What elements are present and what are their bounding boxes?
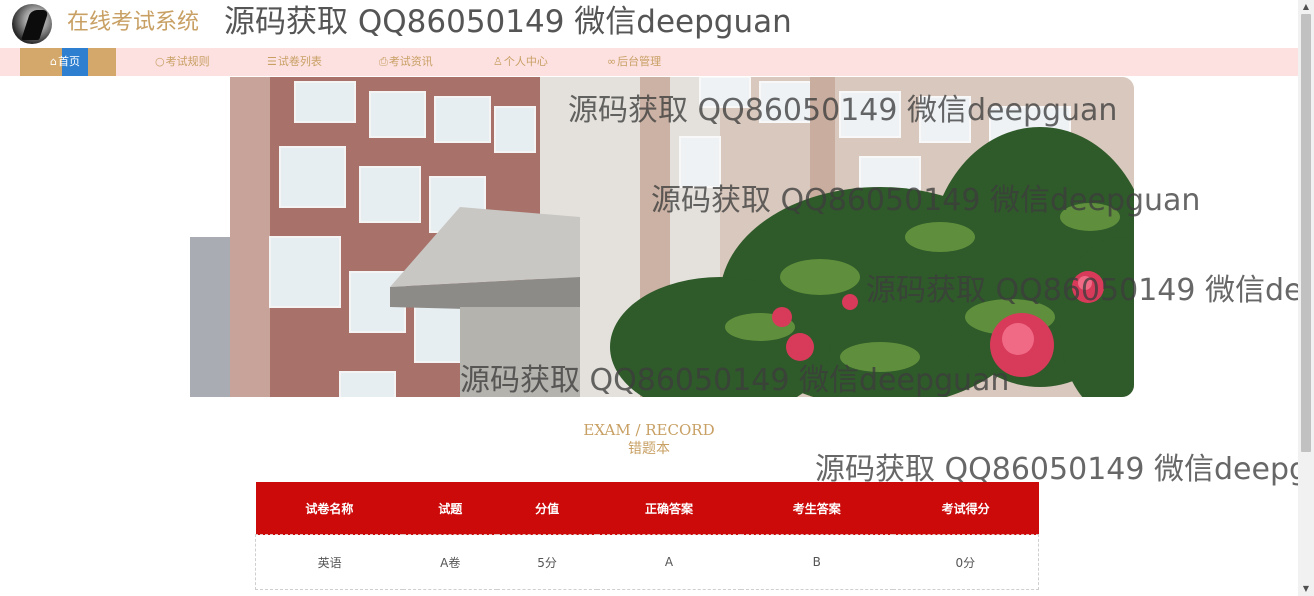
sliders-icon: ☰ (267, 55, 277, 68)
nav-item-home[interactable]: ⌂首页 (20, 48, 116, 76)
col-score-value: 分值 (497, 482, 598, 535)
scroll-down-icon[interactable]: ▼ (1298, 582, 1314, 596)
watermark: 源码获取 QQ86050149 微信deepguan (460, 363, 1010, 398)
link-icon: ∞ (607, 55, 617, 68)
col-question: 试题 (403, 482, 498, 535)
section-title-en: EXAM / RECORD (583, 421, 715, 439)
watermark: 源码获取 QQ86050149 微信deepguan (866, 273, 1314, 308)
nav-item-exam-news[interactable]: ⎙考试资讯 (379, 48, 433, 76)
header: 在线考试系统 源码获取 QQ86050149 微信deepguan (0, 0, 1298, 46)
col-correct-answer: 正确答案 (597, 482, 741, 535)
cell-exam-score: 0分 (892, 534, 1039, 590)
wrong-answers-table: 试卷名称 试题 分值 正确答案 考生答案 考试得分 英语 A卷 5分 A B 0… (255, 482, 1039, 590)
table-header-row: 试卷名称 试题 分值 正确答案 考生答案 考试得分 (255, 482, 1039, 535)
cell-candidate-answer: B (740, 534, 893, 590)
watermark: 源码获取 QQ86050149 微信deepguan (568, 93, 1118, 128)
nav-item-paper-list[interactable]: ☰试卷列表 (267, 48, 322, 76)
page: 在线考试系统 源码获取 QQ86050149 微信deepguan ⌂首页 ○考… (0, 0, 1314, 596)
site-title[interactable]: 在线考试系统 (67, 9, 199, 37)
printer-icon: ⎙ (379, 55, 388, 68)
nav-item-label: 后台管理 (617, 55, 662, 68)
cell-correct-answer: A (597, 534, 741, 590)
nav-item-label: 个人中心 (503, 55, 548, 68)
nav-item-label: 考试规则 (165, 55, 210, 68)
section-title-cn: 错题本 (628, 441, 670, 457)
nav-item-exam-rules[interactable]: ○考试规则 (155, 48, 210, 76)
cell-score-value: 5分 (497, 534, 598, 590)
main-nav: ⌂首页 ○考试规则 ☰试卷列表 ⎙考试资讯 ♙个人中心 ∞后台管理 (0, 48, 1298, 76)
col-exam-score: 考试得分 (892, 482, 1039, 535)
user-icon: ♙ (493, 55, 503, 68)
home-icon: ⌂ (50, 55, 57, 68)
nav-item-label: 首页 (57, 55, 80, 68)
scrollbar-thumb[interactable] (1301, 14, 1311, 452)
cell-question: A卷 (403, 534, 498, 590)
nav-item-admin[interactable]: ∞后台管理 (607, 48, 661, 76)
cell-paper-name: 英语 (255, 534, 404, 590)
table-row: 英语 A卷 5分 A B 0分 (255, 534, 1039, 590)
nav-item-personal-center[interactable]: ♙个人中心 (493, 48, 548, 76)
col-candidate-answer: 考生答案 (740, 482, 893, 535)
circle-icon: ○ (155, 55, 165, 68)
nav-item-label: 试卷列表 (277, 55, 322, 68)
nav-item-label: 考试资讯 (388, 55, 433, 68)
watermark-header: 源码获取 QQ86050149 微信deepguan (224, 4, 792, 40)
col-paper-name: 试卷名称 (255, 482, 404, 535)
vertical-scrollbar[interactable]: ▲ ▼ (1298, 0, 1314, 596)
logo[interactable] (12, 4, 52, 44)
watermark: 源码获取 QQ86050149 微信deepguan (651, 183, 1201, 218)
scroll-up-icon[interactable]: ▲ (1298, 0, 1314, 14)
